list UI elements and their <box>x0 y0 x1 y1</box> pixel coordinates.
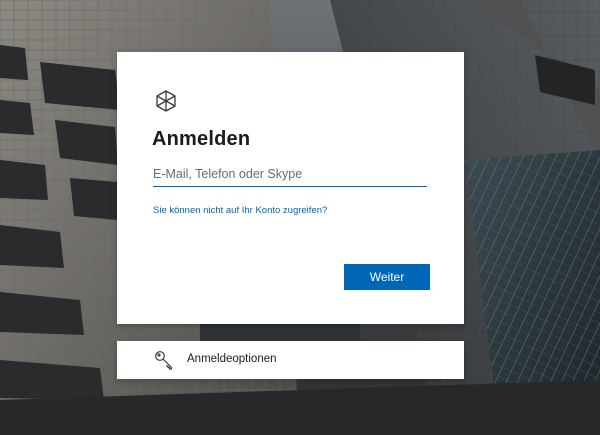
microsoft-cube-icon <box>156 90 176 112</box>
key-icon <box>155 351 173 370</box>
cant-access-account-link[interactable]: Sie können nicht auf Ihr Konto zugreifen… <box>153 205 327 216</box>
next-button[interactable]: Weiter <box>344 264 430 290</box>
signin-card: Anmelden Sie können nicht auf Ihr Konto … <box>117 52 464 324</box>
signin-options-label: Anmeldeoptionen <box>187 353 277 365</box>
signin-options-button[interactable]: Anmeldeoptionen <box>117 341 464 379</box>
email-input[interactable] <box>153 162 427 187</box>
page-title: Anmelden <box>152 128 251 150</box>
